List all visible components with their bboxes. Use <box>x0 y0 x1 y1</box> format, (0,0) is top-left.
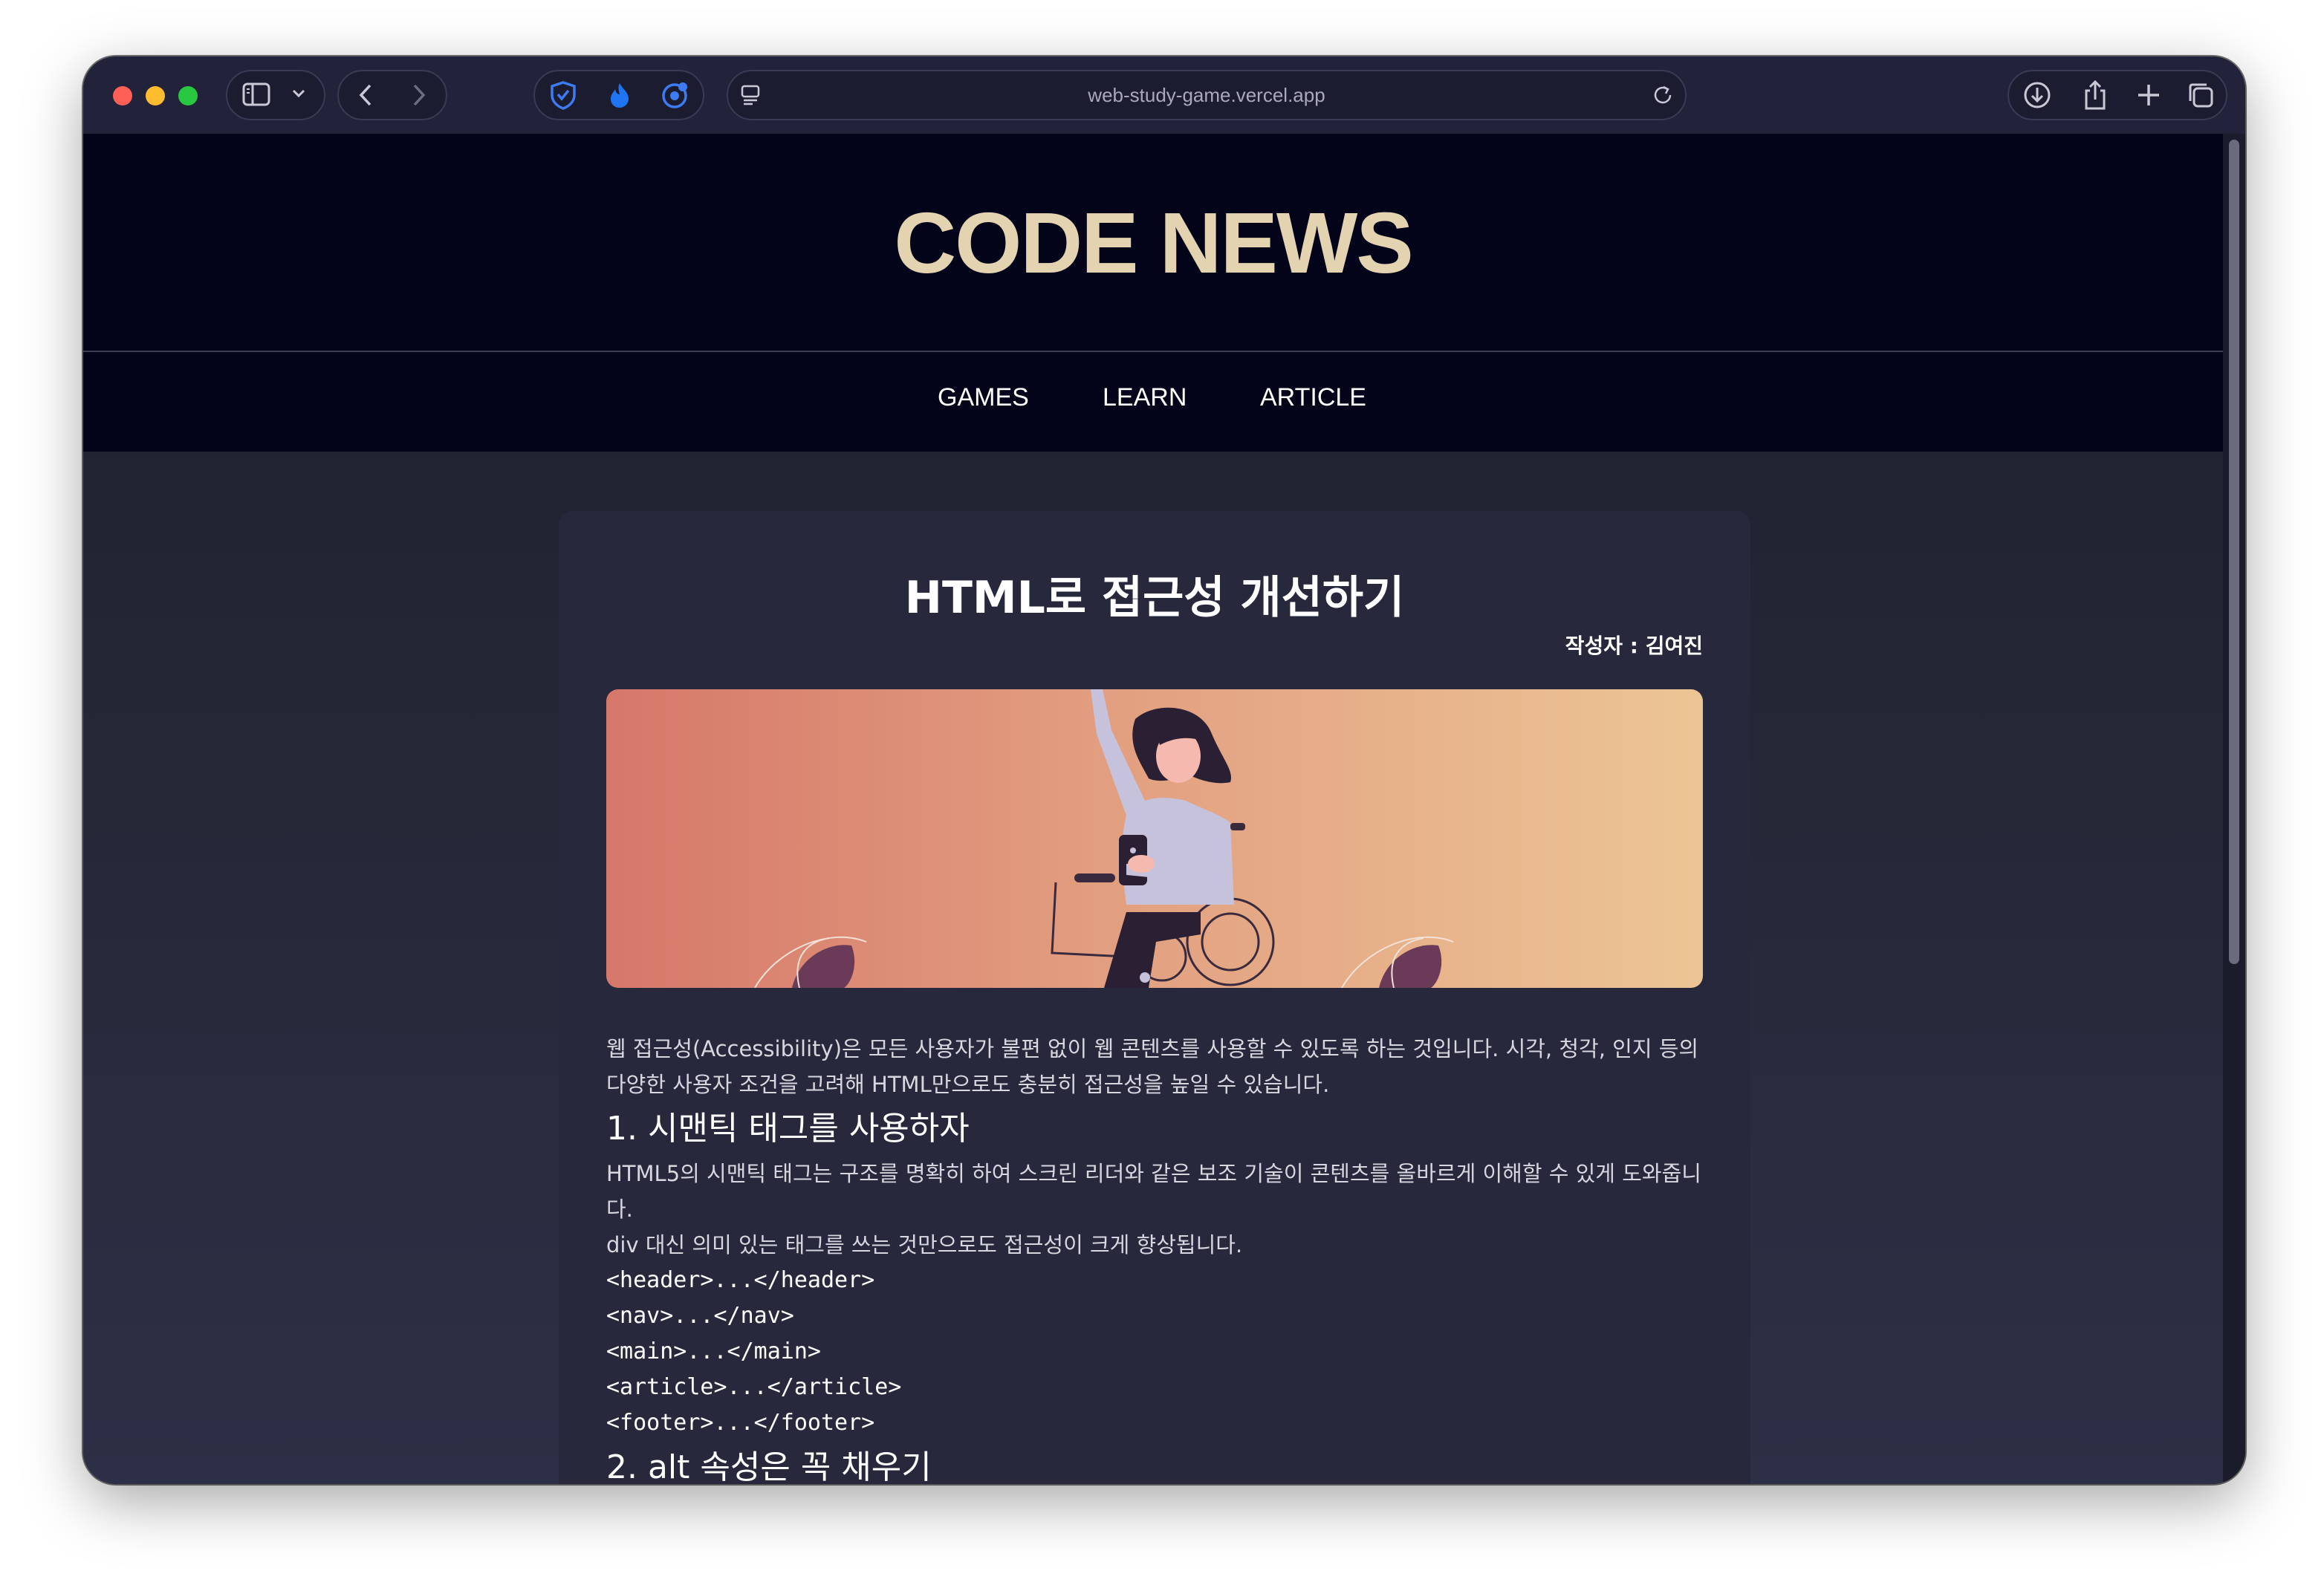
sidebar-icon[interactable] <box>242 82 270 110</box>
code-line: <article>...</article> <box>606 1374 902 1400</box>
nav-link-games[interactable]: GAMES <box>938 383 1029 412</box>
history-nav-group <box>337 70 447 120</box>
wheelchair-user-illustration <box>754 689 1454 988</box>
code-line: <main>...</main> <box>606 1338 821 1364</box>
code-example: <header>...</header> <nav>...</nav> <mai… <box>606 1263 1703 1441</box>
code-line: <footer>...</footer> <box>606 1410 875 1436</box>
forward-arrow-icon[interactable] <box>406 82 431 111</box>
section1-paragraph-1: HTML5의 시맨틱 태그는 구조를 명확히 하여 스크린 리더와 같은 보조 … <box>606 1161 1701 1222</box>
share-icon[interactable] <box>2080 79 2110 114</box>
article-body: 웹 접근성(Accessibility)은 모든 사용자가 불편 없이 웹 콘텐… <box>606 1031 1703 1484</box>
site-title[interactable]: CODE NEWS <box>83 193 2223 293</box>
privacy-shield-icon[interactable] <box>548 80 578 113</box>
nav-link-article[interactable]: ARTICLE <box>1260 383 1366 412</box>
refresh-extension-icon[interactable] <box>660 80 689 113</box>
flame-extension-icon[interactable] <box>605 80 634 113</box>
scrollbar-thumb[interactable] <box>2229 140 2239 964</box>
new-tab-icon[interactable] <box>2135 82 2162 111</box>
downloads-icon[interactable] <box>2022 80 2052 113</box>
toolbar-actions-group <box>2007 70 2227 120</box>
section1-paragraph-2: div 대신 의미 있는 태그를 쓰는 것만으로도 접근성이 크게 향상됩니다. <box>606 1232 1243 1257</box>
code-line: <header>...</header> <box>606 1267 875 1293</box>
browser-window: web-study-game.vercel.app CODE NEWS GAME… <box>83 56 2245 1484</box>
hero-illustration <box>606 689 1703 988</box>
extensions-group <box>533 70 704 120</box>
article-title: HTML로 접근성 개선하기 <box>904 572 1405 624</box>
tab-overview-icon[interactable] <box>2186 80 2216 113</box>
browser-toolbar: web-study-game.vercel.app <box>83 56 2245 135</box>
site-header: CODE NEWS <box>83 134 2223 352</box>
section1-heading: 1. 시맨틱 태그를 사용하자 <box>606 1110 970 1148</box>
back-arrow-icon[interactable] <box>354 82 379 111</box>
url-text[interactable]: web-study-game.vercel.app <box>728 71 1685 119</box>
address-bar[interactable]: web-study-game.vercel.app <box>727 70 1687 120</box>
close-window-button[interactable] <box>113 86 132 105</box>
article-author: 작성자 : 김여진 <box>1565 634 1703 658</box>
sidebar-toggle-group[interactable] <box>226 70 325 120</box>
page-scrollbar[interactable] <box>2223 134 2245 1484</box>
nav-link-learn[interactable]: LEARN <box>1103 383 1187 412</box>
site-nav: GAMES LEARN ARTICLE <box>83 352 2223 452</box>
web-page: CODE NEWS GAMES LEARN ARTICLE HTML로 접근성 … <box>83 134 2223 1484</box>
zoom-window-button[interactable] <box>178 86 198 105</box>
article-card: HTML로 접근성 개선하기 작성자 : 김여진 웹 접근성(Accessibi… <box>559 511 1750 1484</box>
reload-icon[interactable] <box>1651 83 1675 110</box>
code-line: <nav>...</nav> <box>606 1303 794 1329</box>
minimize-window-button[interactable] <box>146 86 165 105</box>
chevron-down-icon[interactable] <box>290 85 308 105</box>
article-intro: 웹 접근성(Accessibility)은 모든 사용자가 불편 없이 웹 콘텐… <box>606 1036 1699 1097</box>
section2-heading: 2. alt 속성은 꼭 채우기 <box>606 1448 932 1484</box>
